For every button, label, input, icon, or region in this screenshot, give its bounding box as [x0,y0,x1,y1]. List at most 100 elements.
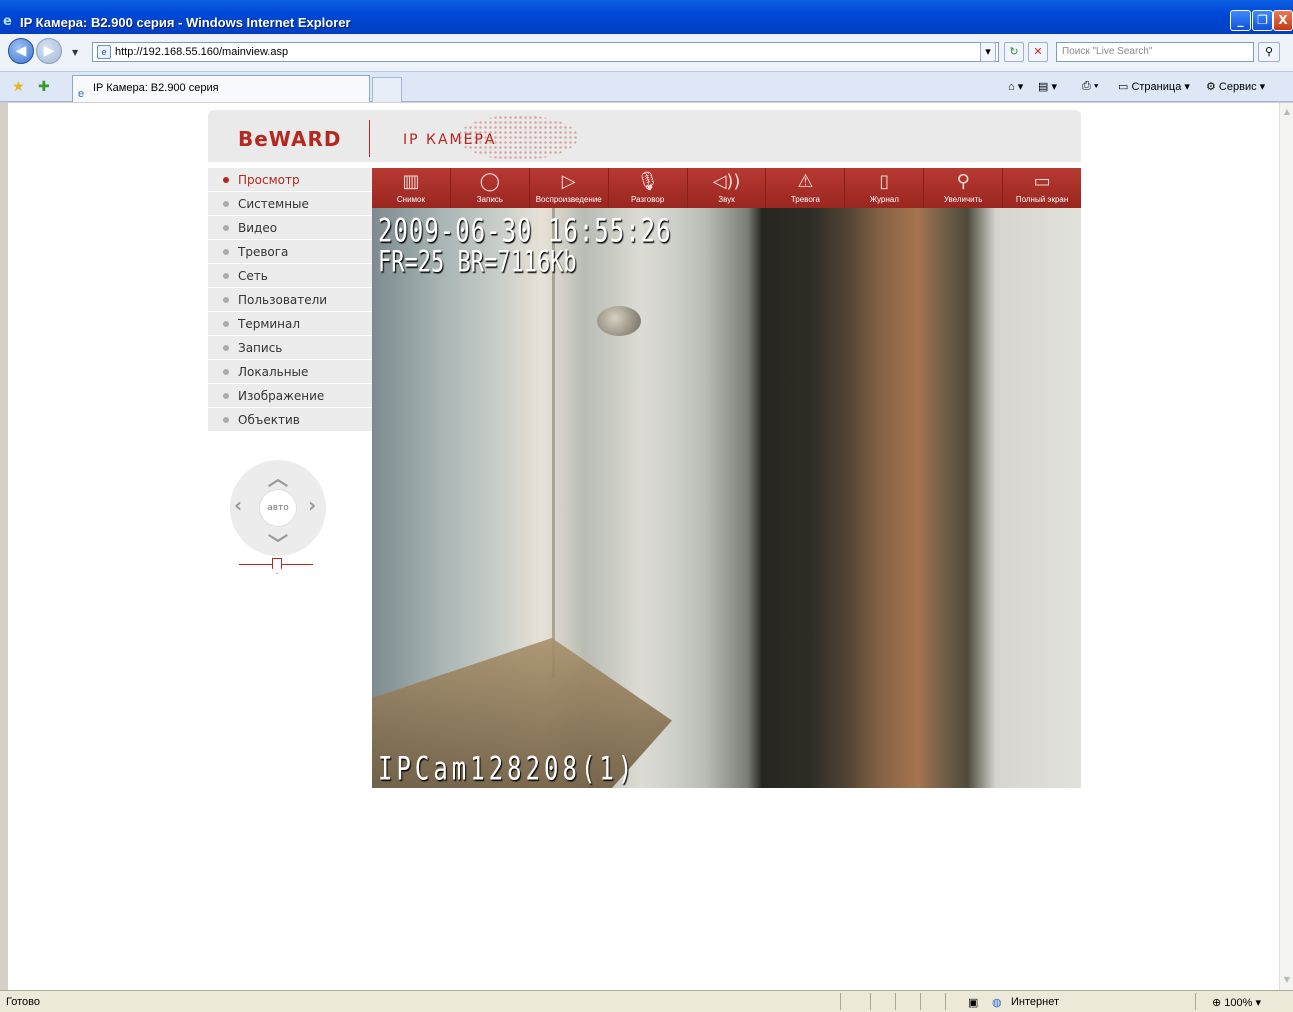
ie-icon: e [3,14,12,29]
print-icon[interactable]: ⎙ ▾ [1082,80,1098,93]
talk-label: Разговор [630,195,665,204]
fullscreen-icon: ▭ [1033,171,1051,192]
feeds-icon[interactable]: ▤ ▾ [1038,80,1057,93]
forward-button[interactable]: ▶ [36,38,62,64]
playback-button[interactable]: ▷ Воспроизведение [530,168,609,208]
alarm-button[interactable]: ⚠ Тревога [766,168,846,208]
tools-menu[interactable]: ⚙ Сервис ▾ [1206,80,1265,93]
sound-button[interactable]: ◁)) Звук [688,168,767,208]
zoom-level[interactable]: ⊕ 100% ▾ [1212,996,1261,1009]
scroll-up-icon[interactable]: ▲ [1281,105,1293,119]
menu-item-users[interactable]: Пользователи [208,288,372,312]
search-input[interactable]: Поиск "Live Search" [1056,42,1254,62]
film-icon: ▥ [402,171,420,192]
log-label: Журнал [869,195,899,204]
page-menu-label: Страница [1131,81,1182,93]
header-divider [369,120,370,157]
chevron-up-icon[interactable]: ︿ [268,462,288,491]
playback-label: Воспроизведение [535,195,602,204]
record-button[interactable]: ◯ Запись [451,168,530,208]
video-toolbar: ▥ Снимок ◯ Запись ▷ Воспроизведение 🎙 Разгов… [372,168,1081,208]
menu-item-view[interactable]: Просмотр [208,168,372,192]
history-dropdown-icon[interactable]: ▼ [72,48,78,57]
status-bar: Готово ▣ ◍ Интернет ⊕ 100% ▾ [0,990,1293,1012]
menu-item-alarm[interactable]: Тревога [208,240,372,264]
minimize-button[interactable]: _ [1230,10,1251,31]
back-button[interactable]: ◀ [8,38,34,64]
talk-button[interactable]: 🎙 Разговор [609,168,688,208]
zoom-slider-handle[interactable] [272,558,282,574]
page-content: BeWARD IP КАМЕРА Просмотр Системные Виде… [8,103,1279,990]
alarm-label: Тревога [790,195,820,204]
address-bar: ◀ ▶ ▼ e http://192.168.55.160/mainview.a… [0,34,1293,72]
close-button[interactable]: X [1273,10,1293,31]
scroll-down-icon[interactable]: ▼ [1281,973,1293,987]
menu-item-terminal[interactable]: Терминал [208,312,372,336]
ptz-auto-button[interactable]: авто [259,489,297,527]
vertical-scrollbar[interactable]: ▲ ▼ [1279,103,1293,990]
side-menu: Просмотр Системные Видео Тревога Сеть По… [208,168,372,432]
maximize-button[interactable]: ❐ [1252,10,1273,31]
stop-icon[interactable]: ✕ [1028,42,1048,62]
chevron-left-icon[interactable]: ‹ [234,493,242,517]
video-door-knob [597,306,641,336]
page-icon: e [97,45,111,59]
menu-item-local[interactable]: Локальные [208,360,372,384]
refresh-icon[interactable]: ↻ [1004,42,1024,62]
speaker-icon: ◁)) [712,171,741,192]
chevron-down-icon[interactable]: ﹀ [268,528,288,557]
microphone-icon: 🎙 [636,171,660,192]
zoom-label: Увеличить [943,195,983,204]
status-divider [895,993,896,1010]
fullscreen-label: Полный экран [1015,195,1069,204]
status-divider [870,993,871,1010]
menu-item-system[interactable]: Системные [208,192,372,216]
video-rate: FR=25 BR=7116Kb [378,246,577,280]
snapshot-button[interactable]: ▥ Снимок [372,168,451,208]
window-title: IP Камера: B2.900 серия - Windows Intern… [20,15,351,30]
status-divider [1195,993,1196,1010]
zone-label: Интернет [1011,996,1059,1008]
video-feed[interactable]: 2009-06-30 16:55:26 FR=25 BR=7116Kb IPCa… [372,208,1081,788]
status-divider [840,993,841,1010]
globe-icon: ◍ [992,997,1002,1009]
log-icon: ▯ [879,171,890,192]
status-divider [920,993,921,1010]
search-placeholder: Поиск "Live Search" [1062,46,1153,57]
fullscreen-button[interactable]: ▭ Полный экран [1003,168,1081,208]
record-label: Запись [476,195,503,204]
chevron-right-icon[interactable]: › [308,493,316,517]
title-bar: e IP Камера: B2.900 серия - Windows Inte… [0,0,1293,34]
ptz-control: ︿ ‹ › ﹀ авто [230,460,326,556]
menu-item-network[interactable]: Сеть [208,264,372,288]
sound-label: Звук [718,195,735,204]
zoom-value: 100% [1224,997,1253,1009]
menu-item-record[interactable]: Запись [208,336,372,360]
video-timestamp: 2009-06-30 16:55:26 [378,212,672,250]
menu-item-video[interactable]: Видео [208,216,372,240]
log-button[interactable]: ▯ Журнал [845,168,925,208]
beward-logo: BeWARD [238,127,342,151]
page-menu[interactable]: ▭ Страница ▾ [1118,80,1190,93]
alarm-icon: ⚠ [797,171,814,192]
url-input[interactable]: e http://192.168.55.160/mainview.asp [92,42,999,62]
url-text: http://192.168.55.160/mainview.asp [115,46,289,58]
home-icon[interactable]: ⌂ ▾ [1008,80,1023,93]
tab-current[interactable]: e IP Камера: B2.900 серия [72,75,370,102]
page-header: BeWARD IP КАМЕРА [208,110,1081,162]
tab-label: IP Камера: B2.900 серия [93,82,219,94]
url-dropdown-button[interactable]: ▾ [980,42,996,62]
zoom-button[interactable]: ⚲ Увеличить [924,168,1004,208]
status-text: Готово [6,996,40,1008]
favorites-star-icon[interactable]: ★ [12,79,25,95]
new-tab-button[interactable] [372,77,402,102]
tools-menu-label: Сервис [1218,81,1257,93]
menu-item-image[interactable]: Изображение [208,384,372,408]
protected-mode-icon[interactable]: ▣ [968,996,978,1009]
header-label: IP КАМЕРА [403,132,497,148]
add-favorites-icon[interactable]: ✚ [38,79,50,95]
tab-bar: ★ ✚ e IP Камера: B2.900 серия ⌂ ▾ ▤ ▾ ⎙ … [0,72,1293,102]
search-icon[interactable]: ⚲ [1258,42,1280,62]
menu-item-lens[interactable]: Объектив [208,408,372,432]
snapshot-label: Снимок [396,195,425,204]
